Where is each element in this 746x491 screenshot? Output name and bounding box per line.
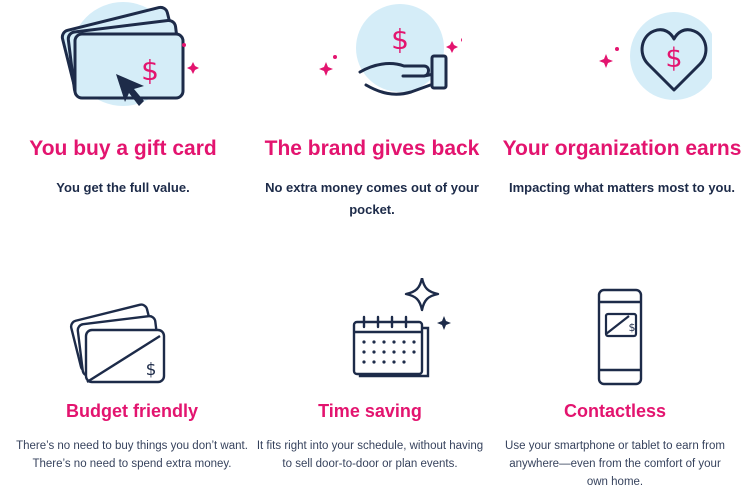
benefit-title: The brand gives back <box>264 137 480 160</box>
heart-dollar-icon: $ <box>532 0 712 110</box>
benefit-subtitle: No extra money comes out of your pocket. <box>265 180 479 217</box>
features-section: $ Budget friendly There’s no need to buy… <box>0 278 746 491</box>
benefit-title: Your organization earns <box>502 137 742 160</box>
benefit-card-brand-gives-back: $ The brand gives back No extra money co… <box>246 0 498 230</box>
svg-text:$: $ <box>146 360 157 380</box>
how-it-works-section: $ You buy a gift card You get the full v… <box>0 0 746 230</box>
feature-title: Contactless <box>563 401 667 421</box>
feature-description: There’s no need to buy things you don’t … <box>16 440 248 470</box>
benefit-subtitle: You get the full value. <box>56 180 190 195</box>
feature-description: Use your smartphone or tablet to earn fr… <box>505 440 725 488</box>
feature-title: Budget friendly <box>65 401 198 421</box>
benefit-card-organization-earns: $ Your organization earns Impacting what… <box>498 0 746 230</box>
gift-cards-stack-icon: $ <box>42 278 222 398</box>
calendar-icon <box>280 278 460 398</box>
svg-text:$: $ <box>665 43 682 74</box>
svg-text:$: $ <box>391 23 409 56</box>
benefit-subtitle: Impacting what matters most to you. <box>508 180 736 195</box>
benefit-title: You buy a gift card <box>29 137 217 160</box>
feature-title: Time saving <box>318 401 422 421</box>
feature-card-budget-friendly: $ Budget friendly There’s no need to buy… <box>8 278 256 491</box>
benefit-card-buy-gift-card: $ You buy a gift card You get the full v… <box>0 0 246 230</box>
smartphone-card-icon: $ <box>525 278 705 398</box>
gift-card-cursor-icon: $ <box>33 0 213 110</box>
svg-text:$: $ <box>141 54 159 87</box>
feature-card-contactless: $ Contactless Use your smartphone or tab… <box>492 278 738 491</box>
feature-card-time-saving: Time saving It fits right into your sche… <box>248 278 492 491</box>
svg-text:$: $ <box>629 321 636 334</box>
feature-description: It fits right into your schedule, withou… <box>256 440 484 470</box>
hand-giving-icon: $ <box>282 0 462 110</box>
